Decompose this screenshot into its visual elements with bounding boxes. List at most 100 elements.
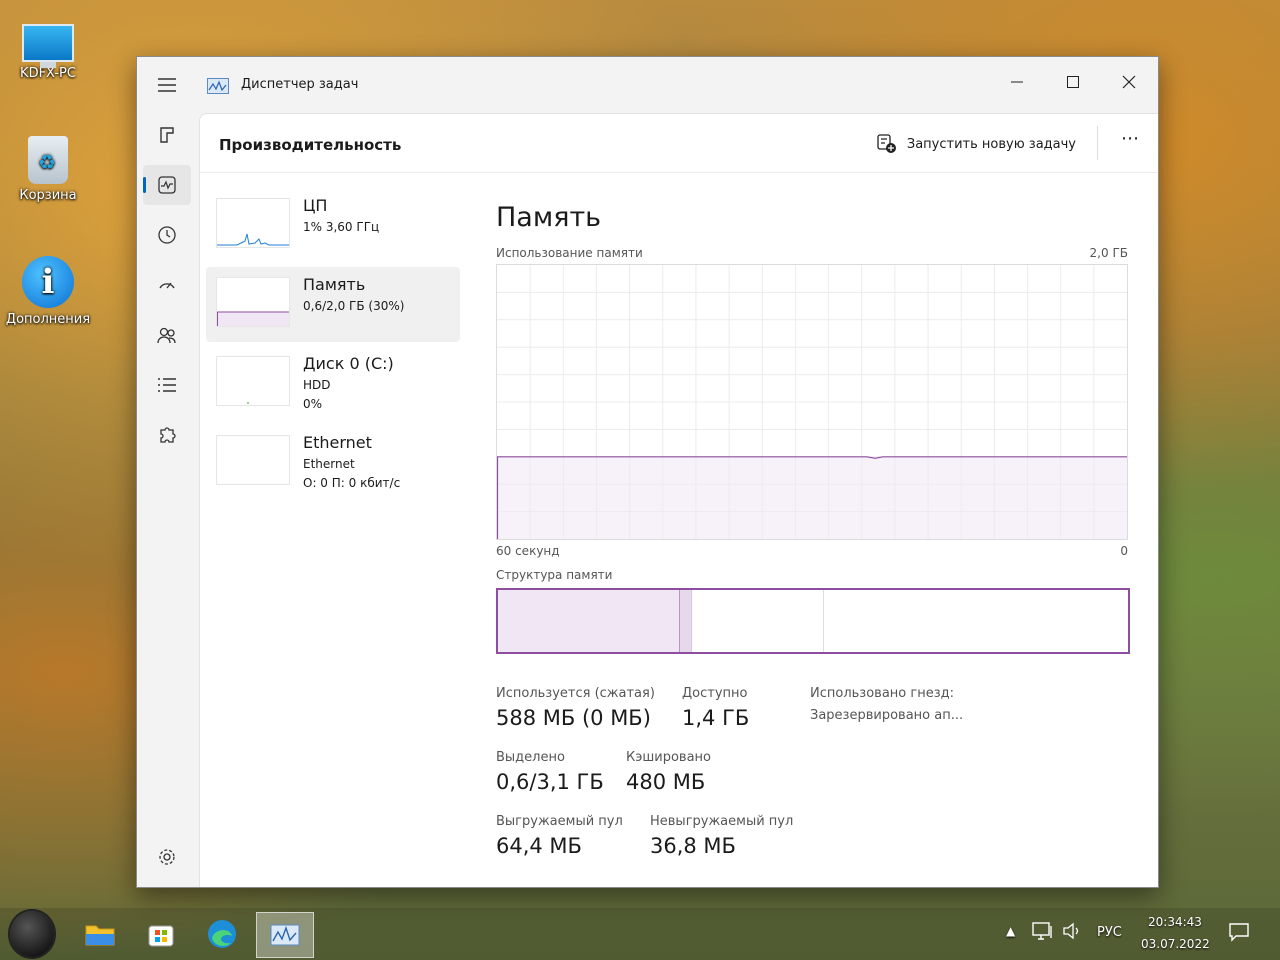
perf-item-detail-2: О: 0 П: 0 кбит/с xyxy=(303,476,401,490)
title-bar: Диспетчер задач xyxy=(199,57,1158,113)
store-icon xyxy=(148,925,174,947)
content-area: Производительность Запустить новую задач… xyxy=(199,113,1158,887)
taskbar-file-explorer[interactable] xyxy=(78,912,122,956)
nonpaged-pool-value: 36,8 МБ xyxy=(650,834,736,858)
language-indicator[interactable]: РУС xyxy=(1097,925,1122,940)
puzzle-icon xyxy=(160,427,176,443)
structure-label: Структура памяти xyxy=(496,568,613,582)
clock-time[interactable]: 20:34:43 xyxy=(1148,915,1202,929)
taskbar: ▲ РУС 20:34:43 03.07.2022 xyxy=(0,908,1280,960)
ethernet-thumbnail-graph xyxy=(216,435,290,485)
desktop-icon-label: Корзина xyxy=(19,188,77,203)
performance-icon xyxy=(158,176,176,194)
taskbar-store[interactable] xyxy=(139,912,183,956)
composition-segment-standby xyxy=(692,590,824,652)
available-label: Доступно xyxy=(682,686,748,701)
cached-label: Кэшировано xyxy=(626,750,711,765)
run-new-task-label: Запустить новую задачу xyxy=(906,136,1076,152)
usage-graph-label: Использование памяти xyxy=(496,246,643,260)
perf-item-detail: 1% 3,60 ГГц xyxy=(303,220,380,234)
disk-thumbnail-graph xyxy=(216,356,290,406)
close-button[interactable] xyxy=(1106,65,1152,99)
clock-date[interactable]: 03.07.2022 xyxy=(1141,937,1210,951)
run-new-task-button[interactable]: Запустить новую задачу xyxy=(877,134,1076,154)
perf-item-memory[interactable]: Память 0,6/2,0 ГБ (30%) xyxy=(206,267,460,342)
taskbar-edge[interactable] xyxy=(200,912,244,956)
nav-performance[interactable] xyxy=(143,165,191,205)
task-manager-window: Диспетчер задач Производительность Запус… xyxy=(136,56,1159,888)
show-hidden-icons-button[interactable]: ▲ xyxy=(1006,924,1015,938)
edge-browser-icon xyxy=(208,920,236,948)
maximize-button[interactable] xyxy=(1050,65,1096,99)
perf-item-detail-2: 0% xyxy=(303,397,323,411)
new-task-icon xyxy=(877,134,896,153)
paged-pool-label: Выгружаемый пул xyxy=(496,814,623,829)
header-separator xyxy=(1097,126,1098,160)
desktop-icon-pc[interactable]: KDFX-PC xyxy=(4,12,92,81)
nav-users[interactable] xyxy=(143,315,191,355)
composition-segment-free xyxy=(823,590,1124,652)
desktop-icon-addons[interactable]: i Дополнения xyxy=(4,256,92,327)
slots-used-label: Использовано гнезд: xyxy=(810,686,954,701)
nonpaged-pool-label: Невыгружаемый пул xyxy=(650,814,794,829)
perf-item-ethernet[interactable]: Ethernet Ethernet О: 0 П: 0 кбит/с xyxy=(206,425,460,500)
memory-detail-panel: Память Использование памяти 2,0 ГБ 60 се… xyxy=(496,202,1136,858)
cpu-thumbnail-graph xyxy=(216,198,290,248)
performance-list: ЦП 1% 3,60 ГГц Память 0,6/2,0 ГБ (30%) Д… xyxy=(206,188,460,504)
cached-value: 480 МБ xyxy=(626,770,706,794)
nav-startup-apps[interactable] xyxy=(143,265,191,305)
hamburger-menu-button[interactable] xyxy=(143,65,191,105)
start-button[interactable] xyxy=(10,911,54,957)
hamburger-icon xyxy=(158,78,176,92)
perf-item-disk[interactable]: Диск 0 (C:) HDD 0% xyxy=(206,346,460,421)
task-manager-icon xyxy=(207,78,229,94)
perf-item-name: Ethernet xyxy=(303,433,372,452)
notifications-icon[interactable] xyxy=(1228,922,1250,946)
desktop-icon-recycle-bin[interactable]: ♻ Корзина xyxy=(4,136,92,203)
memory-thumbnail-graph xyxy=(216,277,290,327)
processes-icon xyxy=(160,127,174,143)
recycle-bin-icon: ♻ xyxy=(28,136,68,184)
minimize-icon xyxy=(1011,81,1023,83)
maximize-icon xyxy=(1067,76,1079,88)
computer-icon xyxy=(22,24,74,68)
page-header: Производительность Запустить новую задач… xyxy=(200,114,1158,173)
in-use-value: 588 МБ (0 МБ) xyxy=(496,706,651,730)
memory-usage-chart xyxy=(496,265,1127,539)
composition-segment-modified xyxy=(679,590,693,652)
perf-item-name: Память xyxy=(303,275,366,294)
users-icon xyxy=(157,327,176,344)
task-manager-icon xyxy=(270,924,300,946)
taskbar-task-manager[interactable] xyxy=(256,912,314,958)
details-list-icon xyxy=(158,378,176,392)
minimize-button[interactable] xyxy=(994,65,1040,99)
composition-segment-in-use xyxy=(498,590,680,652)
network-icon[interactable] xyxy=(1032,920,1054,946)
perf-item-name: Диск 0 (C:) xyxy=(303,354,394,373)
nav-processes[interactable] xyxy=(143,115,191,155)
page-title: Производительность xyxy=(219,136,402,154)
usage-area xyxy=(497,456,1127,539)
desktop-icon-label: KDFX-PC xyxy=(20,66,76,81)
volume-icon[interactable] xyxy=(1062,922,1084,944)
nav-details[interactable] xyxy=(143,365,191,405)
nav-settings[interactable] xyxy=(143,837,191,877)
committed-value: 0,6/3,1 ГБ xyxy=(496,770,604,794)
perf-item-name: ЦП xyxy=(303,196,328,215)
perf-item-detail: HDD xyxy=(303,378,331,392)
perf-item-cpu[interactable]: ЦП 1% 3,60 ГГц xyxy=(206,188,460,263)
available-value: 1,4 ГБ xyxy=(682,706,750,730)
memory-composition-bar xyxy=(496,588,1130,654)
in-use-label: Используется (сжатая) xyxy=(496,686,655,701)
committed-label: Выделено xyxy=(496,750,565,765)
history-icon xyxy=(158,226,176,244)
nav-app-history[interactable] xyxy=(143,215,191,255)
graph-time-right: 0 xyxy=(1120,544,1128,558)
nav-rail xyxy=(137,57,199,887)
usage-graph-max: 2,0 ГБ xyxy=(1089,246,1128,260)
nav-services[interactable] xyxy=(143,415,191,455)
detail-title: Память xyxy=(496,202,602,233)
memory-usage-graph xyxy=(496,264,1128,540)
speedometer-icon xyxy=(159,282,175,289)
more-options-button[interactable]: ⋯ xyxy=(1121,128,1140,149)
